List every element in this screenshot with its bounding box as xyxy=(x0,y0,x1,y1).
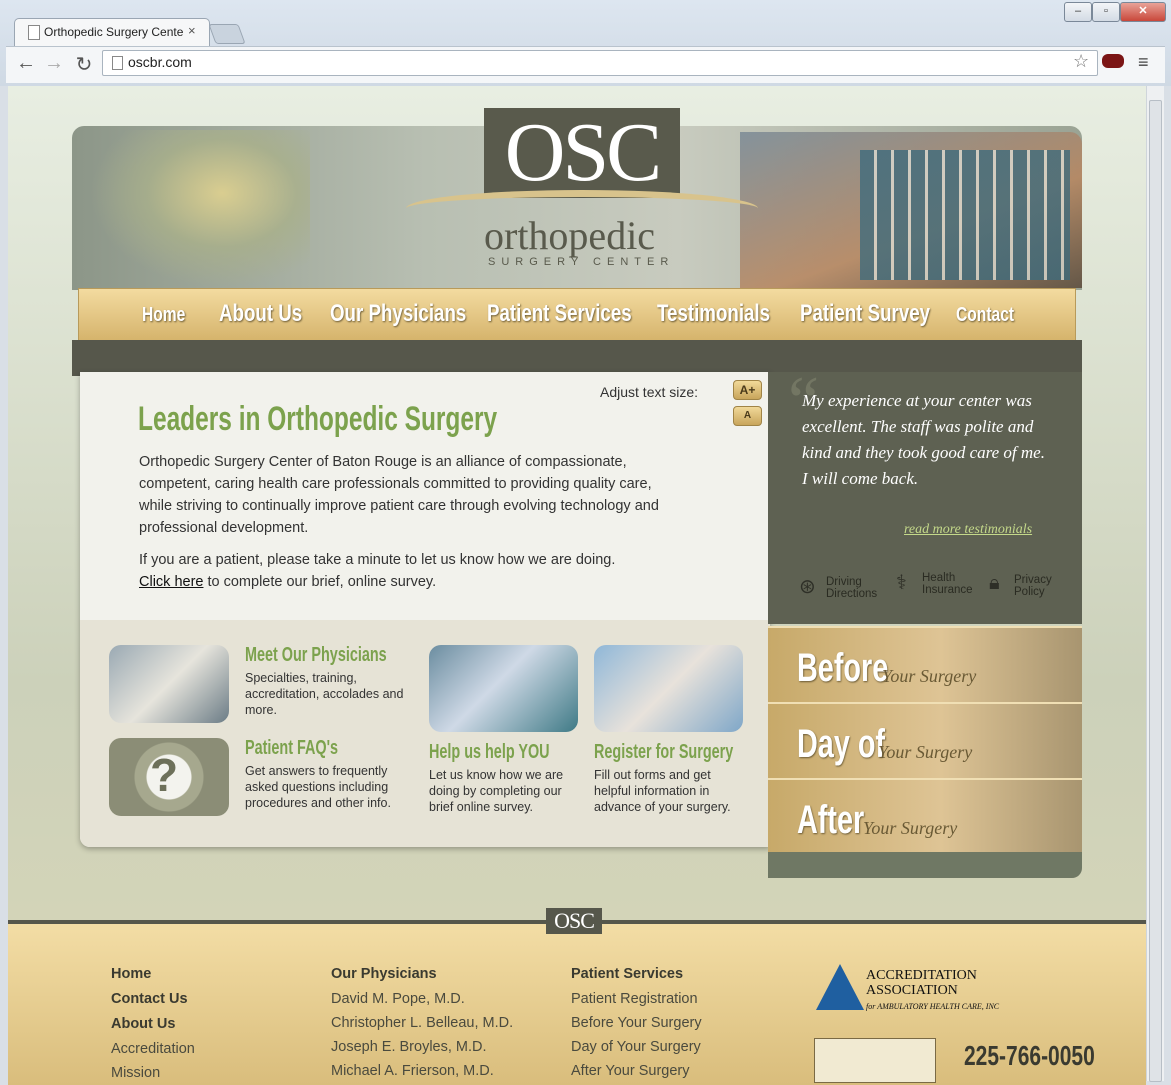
forward-icon[interactable]: → xyxy=(42,52,66,75)
lock-icon[interactable]: 🔒︎ xyxy=(989,572,1000,595)
url-text[interactable]: oscbr.com xyxy=(128,54,192,70)
footer-link-physician[interactable]: Joseph E. Broyles, M.D. xyxy=(331,1039,487,1055)
feature-title-register[interactable]: Register for Surgery xyxy=(594,741,733,764)
tile-after-big: After xyxy=(797,798,865,842)
back-icon[interactable]: ← xyxy=(14,52,38,75)
footer-link-home[interactable]: Home xyxy=(111,966,151,982)
feature-desc-faq: Get answers to frequently asked question… xyxy=(245,764,391,810)
page-title: Leaders in Orthopedic Surgery xyxy=(138,400,498,438)
tile-after-small: Your Surgery xyxy=(863,818,958,838)
nav-contact[interactable]: Contact xyxy=(956,304,1014,327)
footer-link-accreditation[interactable]: Accreditation xyxy=(111,1041,195,1057)
physicians-photo[interactable] xyxy=(109,645,229,723)
accreditation-subtitle: for AMBULATORY HEALTH CARE, INC xyxy=(866,1002,1000,1011)
logo-mark: OSC xyxy=(504,106,662,199)
tile-dayof-small: Your Surgery xyxy=(878,742,973,762)
steering-wheel-icon[interactable]: ⊛ xyxy=(799,574,816,599)
address-bar[interactable] xyxy=(102,50,1098,76)
phone-number: 225-766-0050 xyxy=(964,1040,1095,1071)
read-more-testimonials-link[interactable]: read more testimonials xyxy=(904,522,1032,538)
right-panel-footer xyxy=(768,852,1082,878)
footer-link-after[interactable]: After Your Surgery xyxy=(571,1063,690,1079)
close-window-button[interactable]: ✕ xyxy=(1120,2,1166,22)
scrollbar-thumb[interactable] xyxy=(1149,100,1162,1082)
building-windows xyxy=(860,150,1070,280)
feature-desc-physicians: Specialties, training, accreditation, ac… xyxy=(245,671,404,717)
reload-icon[interactable]: ↻ xyxy=(72,52,96,77)
health-insurance-link[interactable]: Health Insurance xyxy=(922,572,973,596)
footer-link-physician[interactable]: Christopher L. Belleau, M.D. xyxy=(331,1015,513,1031)
nav-patient-survey[interactable]: Patient Survey xyxy=(800,300,930,328)
page-icon xyxy=(28,25,40,40)
nav-testimonials[interactable]: Testimonials xyxy=(657,300,770,328)
survey-link[interactable]: Click here xyxy=(139,574,203,590)
footer-heading-services[interactable]: Patient Services xyxy=(571,966,683,982)
minimize-button[interactable]: – xyxy=(1064,2,1092,22)
question-mark-icon: ? xyxy=(150,749,179,801)
shoulder-skeleton-image xyxy=(90,130,310,288)
tab-title: Orthopedic Surgery Cente xyxy=(44,25,184,39)
text-size-label: Adjust text size: xyxy=(600,384,699,400)
testimonial-quote: My experience at your center was excelle… xyxy=(802,391,1045,488)
accreditation-name: ACCREDITATION ASSOCIATION xyxy=(866,968,977,998)
close-tab-icon[interactable]: × xyxy=(188,23,196,38)
menu-icon[interactable]: ≡ xyxy=(1138,52,1149,73)
footer-link-about[interactable]: About Us xyxy=(111,1016,175,1032)
tile-before-small: Your Surgery xyxy=(882,666,977,686)
logo-wordmark: orthopedic xyxy=(484,213,656,258)
register-photo[interactable] xyxy=(594,645,743,732)
intro-paragraph: Orthopedic Surgery Center of Baton Rouge… xyxy=(139,454,659,536)
footer-link-physician[interactable]: David M. Pope, M.D. xyxy=(331,991,465,1007)
footer-link-dayof[interactable]: Day of Your Surgery xyxy=(571,1039,701,1055)
nav-patient-services[interactable]: Patient Services xyxy=(487,300,632,328)
footer-logo[interactable]: OSC xyxy=(546,908,602,934)
nav-about-us[interactable]: About Us xyxy=(219,300,302,328)
caduceus-icon[interactable]: ⚕ xyxy=(896,570,907,595)
survey-tail: to complete our brief, online survey. xyxy=(203,574,437,590)
extension-mask-icon[interactable] xyxy=(1102,54,1124,68)
footer-link-registration[interactable]: Patient Registration xyxy=(571,991,698,1007)
feature-title-help[interactable]: Help us help YOU xyxy=(429,741,550,764)
logo-subtitle: SURGERY CENTER xyxy=(488,256,675,268)
nav-our-physicians[interactable]: Our Physicians xyxy=(330,300,466,328)
maximize-button[interactable]: ▫ xyxy=(1092,2,1120,22)
page-icon xyxy=(112,56,123,70)
footer-link-before[interactable]: Before Your Surgery xyxy=(571,1015,702,1031)
survey-text: If you are a patient, please take a minu… xyxy=(139,552,616,568)
driving-directions-link[interactable]: Driving Directions xyxy=(826,576,877,600)
footer-link-contact[interactable]: Contact Us xyxy=(111,991,188,1007)
nav-home[interactable]: Home xyxy=(142,304,185,327)
feature-desc-help: Let us know how we are doing by completi… xyxy=(429,768,564,814)
feature-title-physicians[interactable]: Meet Our Physicians xyxy=(245,644,387,667)
increase-text-button[interactable]: A+ xyxy=(733,380,762,400)
decrease-text-button[interactable]: A xyxy=(733,406,762,426)
feature-title-faq[interactable]: Patient FAQ's xyxy=(245,737,338,760)
survey-paragraph: If you are a patient, please take a minu… xyxy=(139,549,669,593)
bookmark-star-icon[interactable]: ☆ xyxy=(1073,51,1089,72)
tile-dayof-big: Day of xyxy=(797,722,886,766)
footer-heading-physicians[interactable]: Our Physicians xyxy=(331,966,437,982)
sub-nav-band xyxy=(72,340,1082,376)
privacy-policy-link[interactable]: Privacy Policy xyxy=(1014,574,1052,598)
location-map[interactable] xyxy=(814,1038,936,1083)
feature-desc-register: Fill out forms and get helpful informati… xyxy=(594,768,731,814)
help-us-photo[interactable] xyxy=(429,645,578,732)
footer-link-physician[interactable]: Michael A. Frierson, M.D. xyxy=(331,1063,494,1079)
accreditation-logo-icon[interactable] xyxy=(816,964,864,1010)
tile-before-big: Before xyxy=(797,646,889,690)
footer-link-mission[interactable]: Mission xyxy=(111,1065,160,1081)
